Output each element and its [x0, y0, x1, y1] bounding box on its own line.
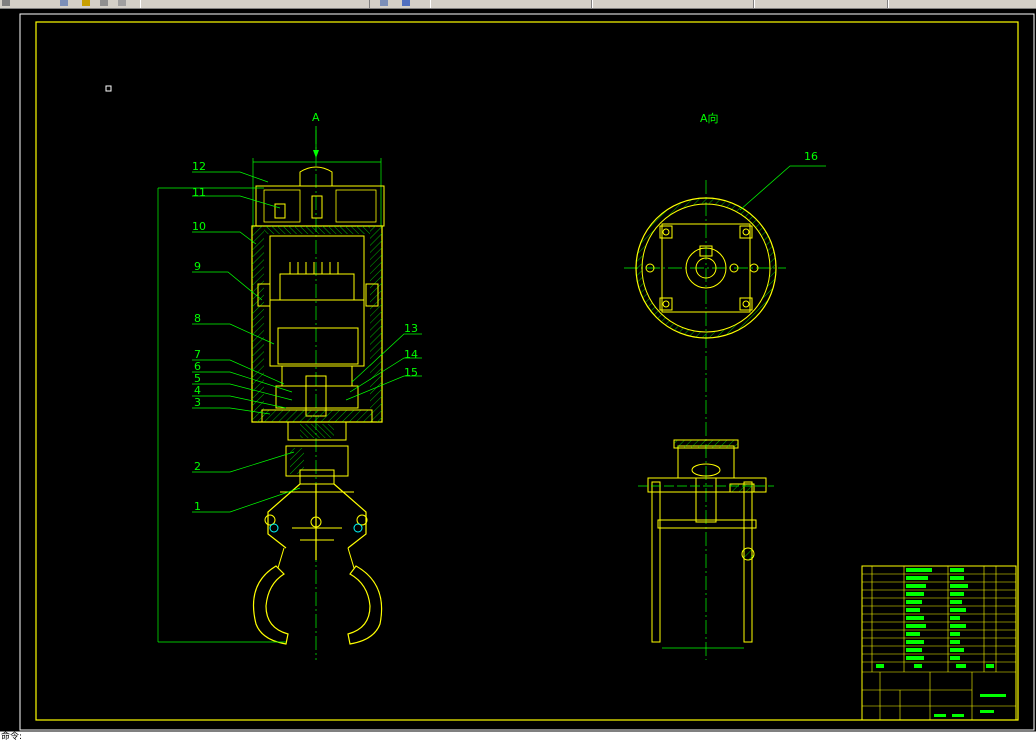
cylinder-cap — [264, 226, 370, 234]
callout-12: 12 — [192, 160, 206, 173]
callout-11: 11 — [192, 186, 206, 199]
callout-2: 2 — [194, 460, 201, 473]
motor-top — [279, 273, 355, 301]
jaw-arm-right — [347, 547, 355, 569]
layer-previous-icon[interactable] — [402, 0, 410, 6]
side-pin-block — [729, 483, 755, 493]
pivot-right-pin — [353, 523, 363, 533]
command-prompt: 命令: — [1, 732, 23, 742]
title-block — [861, 565, 1017, 721]
lock-icon[interactable] — [118, 0, 126, 6]
color-dropdown[interactable] — [430, 0, 592, 8]
jaw-left — [252, 565, 289, 645]
layer-manager-icon[interactable] — [60, 0, 68, 6]
callout-6: 6 — [194, 360, 201, 373]
top-bolt-left — [274, 203, 286, 219]
cad-drawing: A 1 2 3 4 5 6 7 8 9 10 11 12 13 14 15 A向… — [19, 13, 1035, 731]
sun-icon[interactable] — [100, 0, 108, 6]
flange-hatch — [300, 424, 334, 438]
lightbulb-icon[interactable] — [82, 0, 90, 6]
bearing-seat — [275, 385, 359, 409]
make-current-icon[interactable] — [380, 0, 388, 6]
command-line[interactable]: 命令: — [0, 731, 1036, 743]
drawing-canvas[interactable]: A 1 2 3 4 5 6 7 8 9 10 11 12 13 14 15 A向… — [0, 9, 1036, 731]
callout-7: 7 — [194, 348, 201, 361]
callout-9: 9 — [194, 260, 201, 273]
callout-leaders — [192, 171, 422, 513]
layer-dropdown[interactable] — [140, 0, 370, 8]
toolbar-grip-icon — [2, 0, 10, 6]
side-cap — [673, 439, 739, 449]
jaw-arm-left — [277, 547, 285, 569]
pivot-left — [264, 514, 276, 526]
callout-13: 13 — [404, 322, 418, 335]
properties-toolbar — [0, 0, 1036, 9]
drawing-frame — [35, 21, 1019, 721]
side-jaw-left — [651, 481, 661, 643]
lineweight-dropdown[interactable] — [754, 0, 888, 8]
callout-10: 10 — [192, 220, 206, 233]
side-jaw-right — [743, 481, 753, 643]
cylinder-wall-right — [370, 226, 382, 422]
slider-block — [299, 469, 335, 485]
motor-body — [269, 299, 365, 367]
view-a-title: A向 — [700, 111, 719, 125]
callout-15: 15 — [404, 366, 418, 379]
callout-16: 16 — [804, 150, 818, 163]
top-bolt-center — [311, 195, 323, 219]
view-a-label: A — [312, 111, 320, 124]
view-a: A向 16 — [624, 111, 826, 660]
side-pivot — [741, 547, 755, 561]
callout-8: 8 — [194, 312, 201, 325]
main-view: A 1 2 3 4 5 6 7 8 9 10 11 12 13 14 15 — [157, 111, 422, 660]
pivot-left-pin — [269, 523, 279, 533]
gripper-crossbars — [280, 491, 354, 541]
side-link — [657, 519, 757, 529]
top-cavity-left — [263, 189, 301, 223]
callout-3: 3 — [194, 396, 201, 409]
jaw-right — [347, 565, 383, 645]
motor-pins — [289, 262, 339, 274]
view-a-arrowhead — [313, 150, 319, 158]
callout-14: 14 — [404, 348, 418, 361]
top-cavity-right — [335, 189, 377, 223]
callout-1: 1 — [194, 500, 201, 513]
callout-16-leader — [739, 165, 826, 211]
ucs-marker-icon — [105, 85, 112, 92]
cylinder-body — [251, 225, 383, 423]
motor-housing — [269, 235, 365, 301]
callout-4: 4 — [194, 384, 201, 397]
plotstyle-dropdown[interactable] — [888, 0, 1036, 8]
linetype-dropdown[interactable] — [592, 0, 754, 8]
motor-stator — [277, 327, 359, 365]
callout-5: 5 — [194, 372, 201, 385]
paper-border — [19, 13, 1035, 731]
parts-list-cells — [876, 568, 1006, 717]
base-plate — [261, 409, 373, 423]
